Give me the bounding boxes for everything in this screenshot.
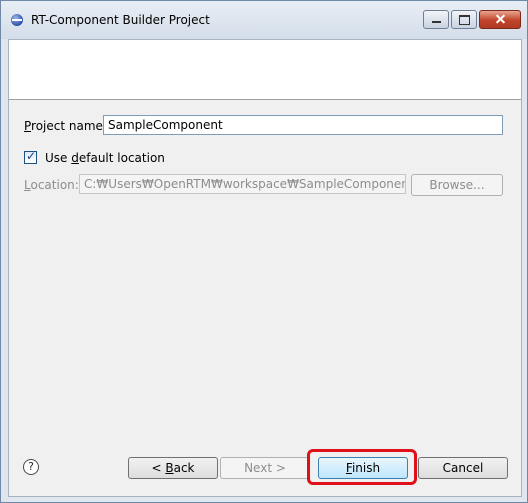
use-default-location-checkbox[interactable] [24,149,37,164]
question-mark-icon[interactable]: ? [23,459,39,475]
wizard-window: RT-Component Builder Project [0,0,528,503]
finish-highlight-box [307,449,417,485]
project-name-input[interactable]: SampleComponent [103,115,503,135]
maximize-button[interactable] [451,10,477,29]
use-default-location-label[interactable]: Use default location [45,151,165,165]
title-bar[interactable]: RT-Component Builder Project [1,1,527,39]
window-title: RT-Component Builder Project [31,13,210,27]
next-button[interactable]: Next > [220,457,310,479]
project-name-label: Project name: [24,119,107,133]
eclipse-app-icon [11,14,23,26]
location-label: Location: [24,178,79,192]
close-button[interactable] [479,10,521,29]
wizard-banner [9,40,521,100]
location-input[interactable]: C:₩Users₩OpenRTM₩workspace₩SampleCompone… [79,174,406,194]
cancel-button[interactable]: Cancel [418,457,508,479]
browse-button[interactable]: Browse... [411,174,503,196]
back-button[interactable]: < Back [128,457,218,479]
wizard-client-area [8,39,522,497]
minimize-button[interactable] [423,10,449,29]
